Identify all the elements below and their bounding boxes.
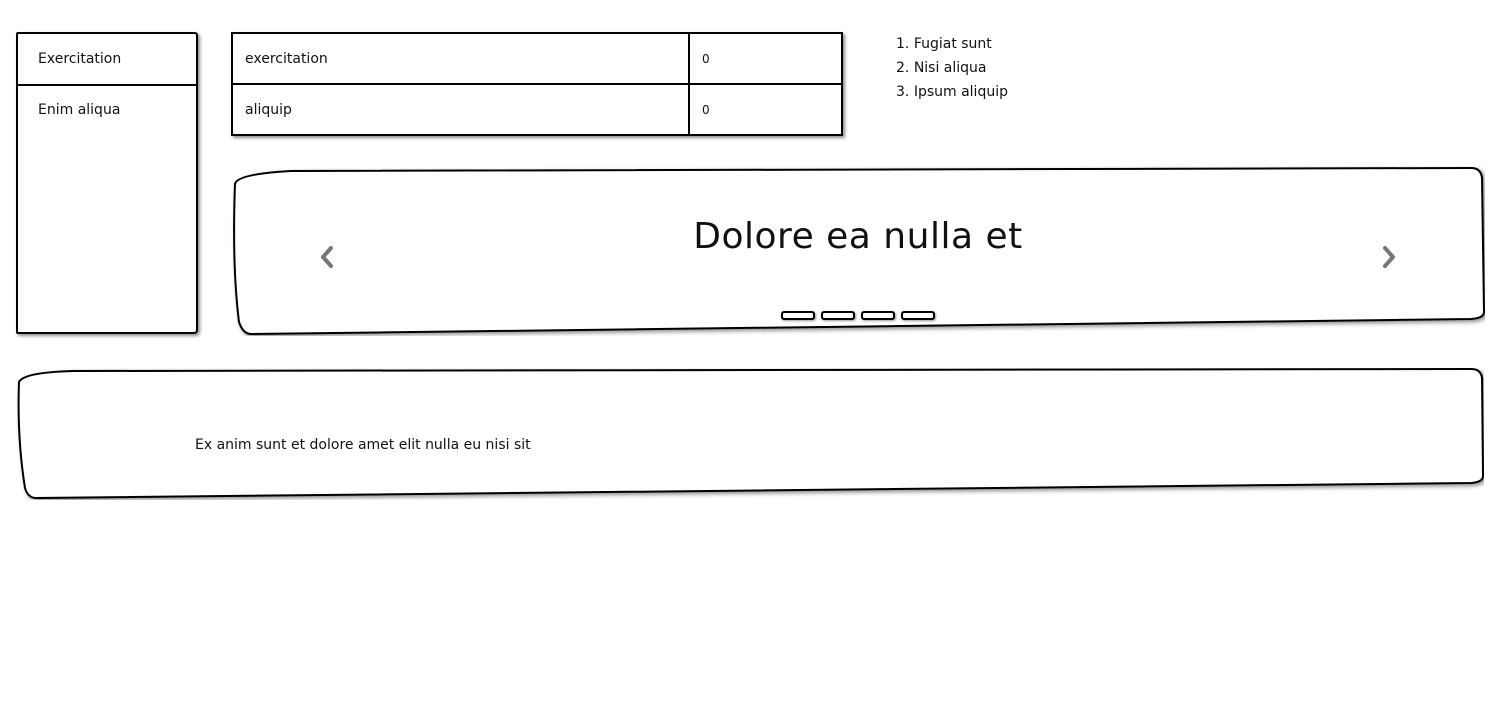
carousel-indicators [781, 311, 935, 320]
carousel: Dolore ea nulla et [231, 166, 1485, 336]
carousel-indicator[interactable] [861, 311, 895, 320]
list-item-text: Nisi aliqua [913, 60, 987, 76]
list-marker: 1. [896, 36, 910, 52]
panel-text: Ex anim sunt et dolore amet elit nulla e… [195, 437, 531, 453]
chevron-left-icon[interactable] [317, 244, 337, 270]
list-item: 3. Ipsum aliquip [896, 80, 1008, 104]
table-cell-name: exercitation [231, 32, 690, 85]
table-cell-value: 0 [688, 32, 843, 85]
sidebar-item-enim-aliqua[interactable]: Enim aliqua [18, 84, 196, 134]
sidebar-item-label: Exercitation [38, 51, 122, 67]
carousel-title: Dolore ea nulla et [693, 216, 1023, 257]
table-cell-value: 0 [688, 83, 843, 136]
table-row: exercitation 0 [231, 32, 843, 85]
carousel-indicator[interactable] [781, 311, 815, 320]
list-marker: 2. [896, 60, 910, 76]
list-item-text: Ipsum aliquip [913, 84, 1008, 100]
list-marker: 3. [896, 84, 910, 100]
text-panel: Ex anim sunt et dolore amet elit nulla e… [16, 368, 1484, 500]
text-panel-frame [17, 368, 1484, 500]
sidebar-item-label: Enim aliqua [38, 102, 121, 118]
sidebar-item-exercitation[interactable]: Exercitation [18, 34, 196, 84]
carousel-indicator[interactable] [901, 311, 935, 320]
list-item-text: Fugiat sunt [913, 36, 992, 52]
list-item: 1. Fugiat sunt [896, 32, 1008, 56]
data-table: exercitation 0 aliquip 0 [231, 32, 843, 136]
list-item: 2. Nisi aliqua [896, 56, 1008, 80]
ordered-list: 1. Fugiat sunt 2. Nisi aliqua 3. Ipsum a… [896, 32, 1008, 104]
carousel-indicator[interactable] [821, 311, 855, 320]
table-cell-name: aliquip [231, 83, 690, 136]
chevron-right-icon[interactable] [1379, 244, 1399, 270]
sidebar-list: Exercitation Enim aliqua [16, 32, 198, 334]
table-row: aliquip 0 [231, 83, 843, 136]
